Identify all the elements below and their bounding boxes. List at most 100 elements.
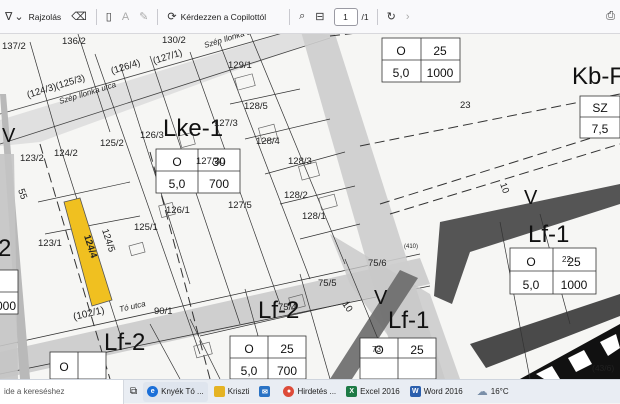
lot-126-3: 126/3 <box>140 130 164 141</box>
lot-124-2: 124/2 <box>54 148 78 159</box>
table-kb-c: 7,5 <box>592 122 609 136</box>
lot-126-1: 126/1 <box>166 205 190 216</box>
toolbar-overflow[interactable]: › <box>401 0 415 34</box>
lot-410: (410) <box>404 244 418 250</box>
draw-button[interactable]: ∇ ⌄ Rajzolás <box>0 0 66 34</box>
edge-icon: e <box>147 386 159 397</box>
text-size-button[interactable]: A <box>117 0 134 34</box>
zone-left-2: 2 <box>0 235 11 262</box>
lot-75-6: 75/6 <box>368 258 387 269</box>
toolbar-divider <box>376 8 378 25</box>
lot-127-3: 127/3 <box>214 118 238 129</box>
reading-view-button[interactable]: ▯ <box>101 0 117 34</box>
lot-22: 22 <box>562 255 571 264</box>
cloud-icon: ☁ <box>476 386 488 398</box>
table-bottom-right-b: 25 <box>410 343 424 357</box>
taskbar-app-label: Kriszti <box>227 387 250 396</box>
zone-v-left: V <box>2 125 16 147</box>
lot-73: 73 <box>372 345 381 354</box>
copilot-label: Kérdezzen a Copilottól <box>180 11 267 22</box>
task-view-icon: ⧉ <box>130 386 138 397</box>
zone-lf1-mid: Lf-1 <box>388 307 429 334</box>
lot-128-5: 128/5 <box>244 101 268 112</box>
lot-137-2: 137/2 <box>2 41 26 52</box>
windows-taskbar: ide a kereséshez ⧉ e Knyék Tó ... Kriszt… <box>0 379 620 404</box>
lot-128-4: 128/4 <box>256 136 280 147</box>
taskbar-app-outlook[interactable]: ✉ <box>255 382 277 402</box>
taskbar-search-placeholder: ide a kereséshez <box>4 387 65 396</box>
taskbar-search-box[interactable]: ide a kereséshez <box>0 379 124 404</box>
taskbar-app-explorer[interactable]: Kriszti <box>210 382 254 402</box>
table-top-a: O <box>396 44 405 58</box>
text-size-icon: A <box>121 10 130 23</box>
table-lf1-d: 1000 <box>561 278 588 292</box>
zone-lf1-right: Lf-1 <box>528 221 569 248</box>
toolbar-divider <box>157 8 159 25</box>
lot-128-2: 128/2 <box>284 190 308 201</box>
lot-123-2: 123/2 <box>20 153 44 164</box>
taskbar-app-edge[interactable]: e Knyék Tó ... <box>143 381 208 402</box>
taskbar-app-label: Excel 2016 <box>360 387 400 396</box>
pdf-toolbar: ∇ ⌄ Rajzolás ⌫ ▯ A ✎ ⟳ Kérdezzen a Copil… <box>0 0 620 34</box>
fit-width-icon: ⊟ <box>315 11 325 23</box>
lot-90-1: 90/1 <box>154 306 173 317</box>
table-bottom-mid-d: 700 <box>277 364 297 378</box>
table-lke-c: 5,0 <box>169 177 186 191</box>
zone-v-right: V <box>524 187 538 209</box>
lot-123-1: 123/1 <box>38 238 62 249</box>
word-icon: W <box>409 386 421 397</box>
search-icon: ⌕ <box>299 10 306 22</box>
print-button[interactable]: ⎙ <box>601 0 620 34</box>
eraser-button[interactable]: ⌫ <box>66 0 92 34</box>
immersive-reader-button[interactable]: ✎ <box>134 0 153 34</box>
reading-view-icon: ▯ <box>105 11 112 23</box>
rotate-button[interactable]: ↻ <box>382 0 401 34</box>
lot-43-6: (43/6) <box>592 363 614 373</box>
lot-128-1: 128/1 <box>302 211 326 222</box>
table-lf1-a: O <box>526 255 535 269</box>
lot-125-2: 125/2 <box>100 138 124 149</box>
task-view-button[interactable]: ⧉ <box>126 382 141 402</box>
draw-label: Rajzolás <box>28 11 62 22</box>
eraser-icon: ⌫ <box>71 11 87 23</box>
lot-75-5: 75/5 <box>318 278 337 289</box>
lot-127-30: 127/30 <box>196 156 225 167</box>
copilot-button[interactable]: ⟳ Kérdezzen a Copilottól <box>162 0 271 34</box>
taskbar-app-chrome[interactable]: ● Hirdetés ... <box>279 382 340 402</box>
lot-128-3: 128/3 <box>288 156 312 167</box>
taskbar-app-word[interactable]: W Word 2016 <box>406 382 467 402</box>
fit-width-button[interactable]: ⊟ <box>310 0 329 34</box>
folder-icon <box>213 386 225 397</box>
lot-75-4: 75/4 <box>278 302 297 313</box>
toolbar-divider <box>289 8 291 25</box>
lot-23: 23 <box>460 100 471 111</box>
zone-lf2-left: Lf-2 <box>104 329 145 356</box>
pdf-page-view[interactable]: O 25 5,0 1000 O 30 5,0 700 SZ 7,5 O 25 5… <box>0 34 620 379</box>
draw-icon: ∇ <box>5 11 13 23</box>
rotate-icon: ↻ <box>386 11 396 23</box>
immersive-reader-icon: ✎ <box>139 11 149 23</box>
table-bottom-mid-a: O <box>244 342 253 356</box>
lot-136-2: 136/2 <box>62 36 86 47</box>
table-left-edge-d: 000 <box>0 299 16 313</box>
taskbar-app-label: Hirdetés ... <box>297 387 337 396</box>
page-total: /1 <box>361 11 369 22</box>
print-icon: ⎙ <box>606 10 615 22</box>
taskbar-app-excel[interactable]: X Excel 2016 <box>342 382 404 402</box>
search-button[interactable]: ⌕ <box>294 0 310 34</box>
more-icon: › <box>405 10 410 23</box>
chevron-down-icon[interactable]: ⌄ <box>14 10 23 23</box>
copilot-icon: ⟳ <box>167 11 177 23</box>
lot-127-5: 127/5 <box>228 200 252 211</box>
table-top-c: 5,0 <box>393 66 410 80</box>
taskbar-app-label: Knyék Tó ... <box>161 387 204 396</box>
excel-icon: X <box>346 386 358 397</box>
zone-v-mid: V <box>374 287 388 309</box>
lot-129-1: 129/1 <box>228 60 252 71</box>
lot-125-1: 125/1 <box>134 222 158 233</box>
weather-widget[interactable]: ☁ 16°C <box>473 382 513 402</box>
page-number-input[interactable]: 1 <box>333 7 358 26</box>
table-top-d: 1000 <box>427 66 454 80</box>
toolbar-divider <box>95 8 97 25</box>
chrome-icon: ● <box>283 386 295 397</box>
